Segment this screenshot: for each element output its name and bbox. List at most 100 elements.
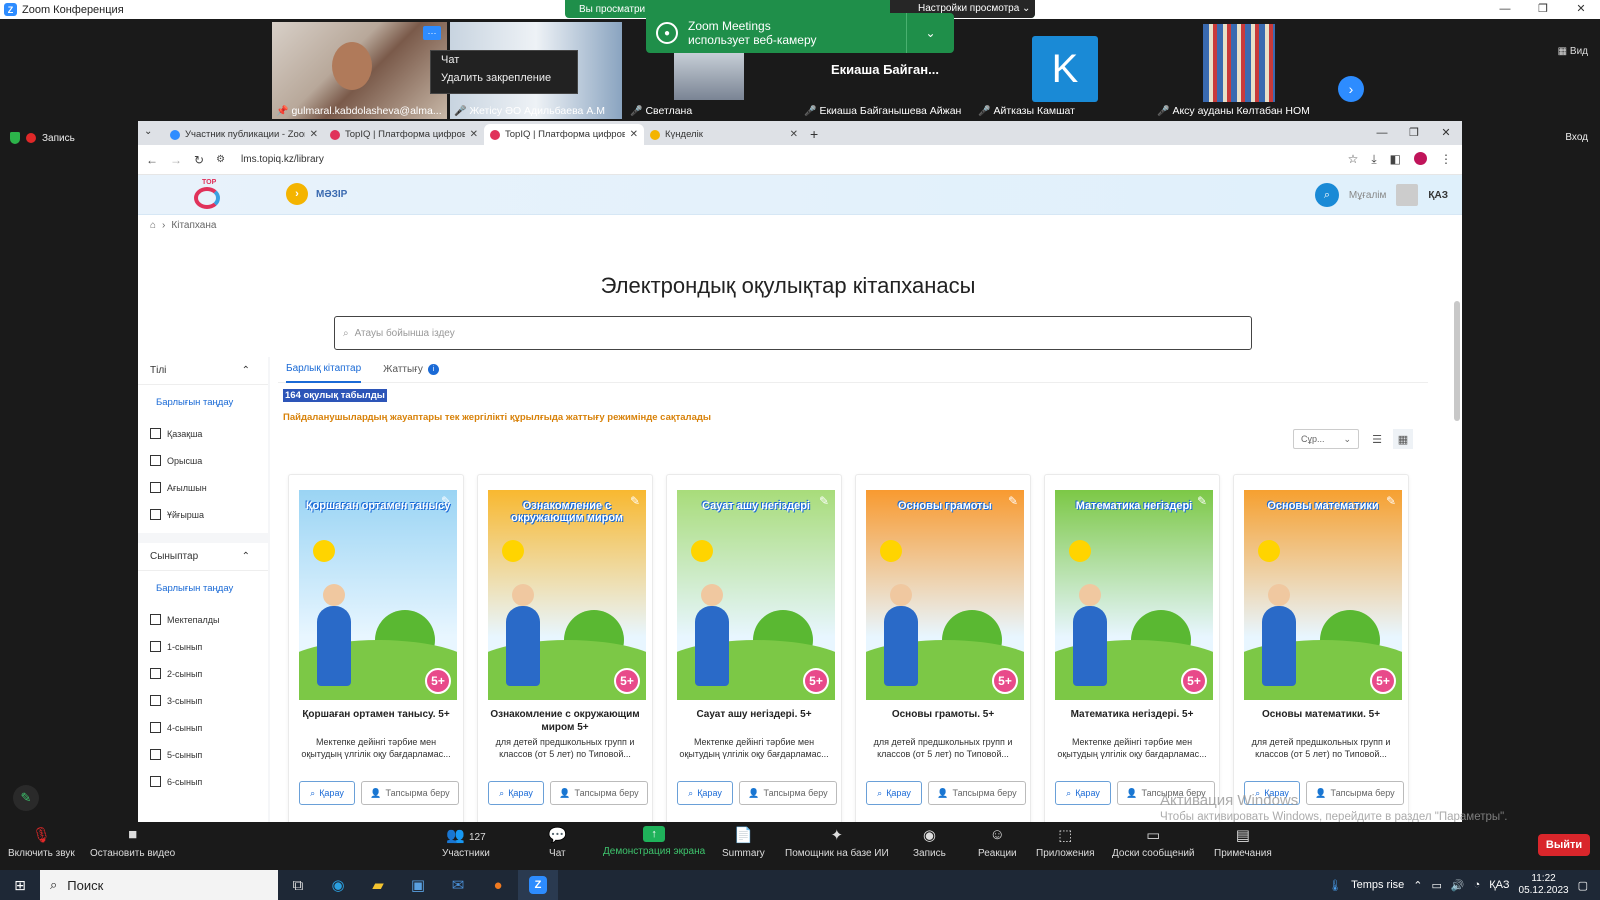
search-icon[interactable]: ⌕ [1314,183,1339,207]
forward-icon[interactable]: → [170,153,182,167]
checkbox-option[interactable]: 2-сынып [138,660,268,687]
stop-video-button[interactable]: ■ Остановить видео [90,826,175,859]
record-button[interactable]: ◉ Запись [913,826,946,859]
volume-icon[interactable]: 🔊 [1451,879,1465,892]
restore-icon[interactable]: ❐ [1398,121,1430,145]
site-info-icon[interactable]: ⚙ [216,154,225,165]
checkbox[interactable] [150,722,161,733]
menu-item-unpin[interactable]: Удалить закрепление [431,69,577,87]
edge-icon[interactable]: ◉ [318,870,358,900]
url-field[interactable]: lms.topiq.kz/library [241,154,324,165]
clock[interactable]: 11:22 05.12.2023 [1519,873,1569,897]
filter-head[interactable]: Тілі ⌃ [138,357,268,385]
view-book-button[interactable]: ⌕ Қарау [866,781,922,805]
firefox-icon[interactable]: ● [478,870,518,900]
book-cover[interactable]: Основы математики ✎ 5+ [1244,490,1402,700]
windows-start-icon[interactable]: ⊞ [0,870,40,900]
close-tab-icon[interactable]: ✕ [790,129,798,140]
chevron-down-icon[interactable]: ⌄ [906,13,954,53]
notifications-icon[interactable]: ▢ [1578,879,1588,892]
reload-icon[interactable]: ↻ [194,153,204,167]
bookmark-star-icon[interactable]: ☆ [1348,152,1359,167]
book-cover[interactable]: Сауат ашу негіздері ✎ 5+ [677,490,835,700]
tab-all-books[interactable]: Барлық кітаптар [286,357,362,383]
ai-assistant-button[interactable]: ✦ Помощник на базе ИИ [785,826,889,859]
task-view-icon[interactable]: ⧉ [278,870,318,900]
notes-button[interactable]: ▤ Примечания [1214,826,1272,859]
chevron-up-icon[interactable]: ⌃ [1413,879,1422,892]
chat-button[interactable]: 💬 Чат [548,826,567,859]
edit-pencil-icon[interactable]: ✎ [441,494,451,508]
scrollbar[interactable] [1454,301,1460,421]
minimize-icon[interactable]: — [1486,0,1524,19]
checkbox[interactable] [150,428,161,439]
book-cover[interactable]: Математика негіздері ✎ 5+ [1055,490,1213,700]
kebab-menu-icon[interactable]: ⋮ [1440,152,1452,167]
view-button[interactable]: ▦ Вид [1558,46,1588,57]
checkbox-option[interactable]: 6-сынып [138,768,268,795]
select-all-link[interactable]: Барлығын таңдау [138,571,268,606]
participants-button[interactable]: 👥 127 Участники [442,826,490,859]
new-tab-icon[interactable]: + [810,124,818,145]
checkbox[interactable] [150,749,161,760]
view-book-button[interactable]: ⌕ Қарау [1055,781,1111,805]
checkbox[interactable] [150,641,161,652]
wifi-icon[interactable]: ◔ [1474,879,1481,891]
side-panel-icon[interactable]: ◧ [1390,152,1401,167]
minimize-icon[interactable]: — [1366,121,1398,145]
checkbox-option[interactable]: Ағылшын [138,474,268,501]
assign-task-button[interactable]: 👤 Тапсырма беру [1306,781,1404,805]
checkbox[interactable] [150,455,161,466]
assign-task-button[interactable]: 👤 Тапсырма беру [550,781,648,805]
checkbox[interactable] [150,776,161,787]
share-screen-button[interactable]: ↑ Демонстрация экрана [603,826,705,857]
participant-tile[interactable]: K 🎤 Айтказы Камшат [974,22,1149,119]
next-page-icon[interactable]: › [1338,76,1364,102]
book-title[interactable]: Қоршаған ортамен танысу. 5+ [295,709,457,722]
checkbox[interactable] [150,509,161,520]
close-tab-icon[interactable]: ✕ [630,129,638,140]
user-avatar[interactable] [1396,184,1419,206]
checkbox-option[interactable]: 4-сынып [138,714,268,741]
close-icon[interactable]: ✕ [1430,121,1462,145]
browser-tab-active[interactable]: TopIQ | Платформа цифрово ✕ [484,124,644,145]
zoom-taskbar-icon[interactable]: Z [518,870,558,900]
browser-tab[interactable]: Участник публикации - Zoom ✕ [164,124,324,145]
close-icon[interactable]: ✕ [1562,0,1600,19]
book-cover[interactable]: Қоршаған ортамен танысу ✎ 5+ [299,490,457,700]
leave-button[interactable]: Выйти [1538,834,1590,856]
assign-task-button[interactable]: 👤 Тапсырма беру [361,781,459,805]
tab-search-icon[interactable]: ⌄ [144,126,152,137]
view-book-button[interactable]: ⌕ Қарау [488,781,544,805]
book-card[interactable]: Основы математики ✎ 5+ Основы математики… [1233,474,1409,822]
back-icon[interactable]: ← [146,153,158,167]
edit-pencil-icon[interactable]: ✎ [1386,494,1396,508]
home-icon[interactable]: ⌂ [150,220,156,231]
more-options-icon[interactable]: ··· [423,26,441,40]
edit-pencil-icon[interactable]: ✎ [1008,494,1018,508]
login-button[interactable]: Вход [1565,132,1588,143]
checkbox-option[interactable]: Орысша [138,447,268,474]
reactions-button[interactable]: ☺ Реакции [978,826,1017,859]
search-input[interactable]: ⌕ Атауы бойынша іздеу [334,316,1252,350]
unmute-button[interactable]: 🎙 Включить звук [8,826,75,859]
close-tab-icon[interactable]: ✕ [470,129,478,140]
menu-item-chat[interactable]: Чат [431,51,577,69]
participant-tile[interactable]: 📌 gulmaral.kabdolasheva@alma... ··· [272,22,447,119]
topiq-logo[interactable]: TOP [194,179,226,211]
view-book-button[interactable]: ⌕ Қарау [677,781,733,805]
explorer-icon[interactable]: ▰ [358,870,398,900]
edit-pencil-icon[interactable]: ✎ [819,494,829,508]
message-boards-button[interactable]: ▭ Доски сообщений [1112,826,1195,859]
checkbox-option[interactable]: Мектепалды [138,606,268,633]
browser-tab[interactable]: TopIQ | Платформа цифрово ✕ [324,124,484,145]
select-all-link[interactable]: Барлығын таңдау [138,385,268,420]
book-card[interactable]: Основы грамоты ✎ 5+ Основы грамоты. 5+ д… [855,474,1031,822]
edit-pencil-icon[interactable]: ✎ [1197,494,1207,508]
participant-tile[interactable]: 🎤 Аксу ауданы Көлтабан НОМ [1153,22,1328,119]
sort-dropdown[interactable]: Сұр... ⌄ [1293,429,1359,449]
tab-practice[interactable]: Жаттығу i [383,364,439,375]
store-icon[interactable]: ▣ [398,870,438,900]
summary-button[interactable]: 📄 Summary [722,826,765,859]
filter-head[interactable]: Сыныптар ⌃ [138,543,268,571]
